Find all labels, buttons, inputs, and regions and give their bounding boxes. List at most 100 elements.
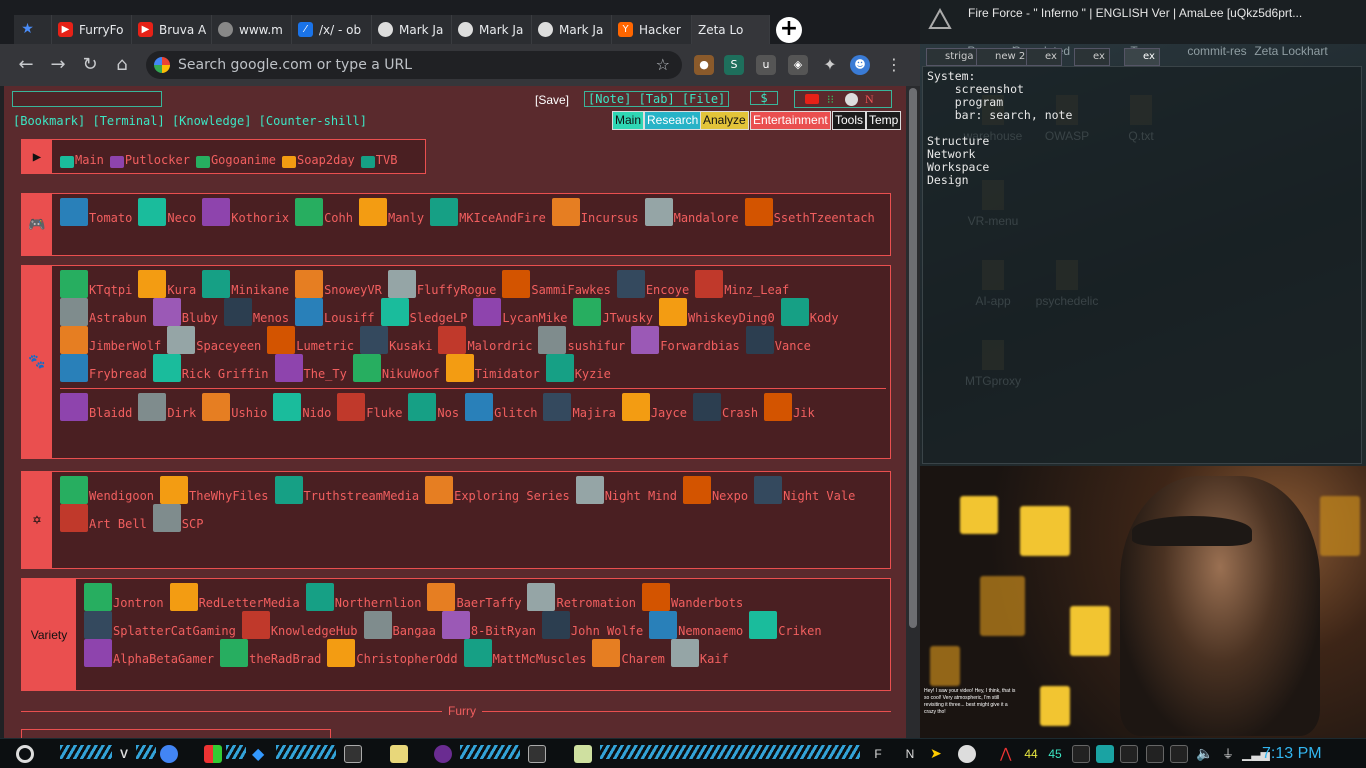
tab-1[interactable]: ★ [14,15,52,44]
link-night-vale[interactable]: Night Vale [754,476,855,504]
link-majira[interactable]: Majira [543,393,616,421]
link-night-mind[interactable]: Night Mind [575,476,677,504]
home-icon[interactable]: ⌂ [110,53,134,77]
link-retromation[interactable]: Retromation [527,583,636,611]
tab-5[interactable]: ⁄ /x/ - ob [292,15,372,44]
reload-icon[interactable]: ↻ [78,53,102,77]
link-nido[interactable]: Nido [273,393,331,421]
media-player-icon[interactable] [434,745,452,763]
link-exploring-series[interactable]: Exploring Series [425,476,570,504]
notes-icon[interactable] [390,745,408,763]
back-icon[interactable]: ← [14,53,38,77]
tab-2[interactable]: ▶ FurryFo [52,15,132,44]
link-splattercatgaming[interactable]: SplatterCatGaming [84,611,236,639]
tab-temp[interactable]: Temp [866,111,902,130]
link-nikuwoof[interactable]: NikuWoof [352,354,440,382]
link-main[interactable]: Main [60,152,104,168]
link-the-ty[interactable]: The_Ty [274,354,347,382]
link-rick-griffin[interactable]: Rick Griffin [152,354,269,382]
start-icon[interactable] [16,745,34,763]
link-frybread[interactable]: Frybread [60,354,147,382]
link-nexpo[interactable]: Nexpo [682,476,748,504]
tab-research[interactable]: Research [644,111,702,130]
link-minz-leaf[interactable]: Minz_Leaf [695,270,789,298]
link-soap2day[interactable]: Soap2day [281,152,355,168]
link-baertaffy[interactable]: BaerTaffy [427,583,521,611]
speaker-icon[interactable]: 🔈 [1196,745,1214,763]
link-8-bitryan[interactable]: 8-BitRyan [441,611,536,639]
taskbar-clock[interactable]: 7:13 PM [1262,745,1322,763]
v-icon[interactable]: V [114,743,134,765]
extensions-puzzle-icon[interactable]: ✦ [820,55,840,75]
bookmark-star-icon[interactable]: ☆ [656,51,670,79]
search-box[interactable] [12,91,162,107]
network-graph-icon[interactable] [1096,745,1114,763]
link-scp[interactable]: SCP [152,504,203,532]
link-timidator[interactable]: Timidator [445,354,540,382]
s-extension-icon[interactable]: S [724,55,744,75]
terminal-tab-4[interactable]: ex [1074,48,1110,66]
link-menos[interactable]: Menos [223,298,289,326]
tab-main[interactable]: Main [612,111,645,130]
youtube-icon[interactable] [805,94,819,104]
link-kusaki[interactable]: Kusaki [360,326,432,354]
link-kyzie[interactable]: Kyzie [545,354,611,382]
link-lycanmike[interactable]: LycanMike [473,298,567,326]
link-lousiff[interactable]: Lousiff [295,298,375,326]
link-nos[interactable]: Nos [408,393,459,421]
wordpress-icon[interactable] [845,93,858,106]
link-malordric[interactable]: Malordric [438,326,532,354]
link-jik[interactable]: Jik [764,393,815,421]
menu-kebab-icon[interactable]: ⋮ [884,55,904,75]
explorer-icon[interactable] [574,745,592,763]
site-shortcut-icons[interactable]: ⁝⁝ N [794,90,892,108]
diamond-icon[interactable]: ◆ [252,745,270,763]
link-bluby[interactable]: Bluby [152,298,218,326]
terminal-icon[interactable] [344,745,362,763]
address-bar[interactable]: Search google.com or type a URL ☆ [146,51,682,79]
link-snoweyvr[interactable]: SnoweyVR [295,270,382,298]
new-tab-button[interactable]: + [776,17,802,43]
link-alphabetagamer[interactable]: AlphaBetaGamer [84,639,214,667]
link-wendigoon[interactable]: Wendigoon [60,476,154,504]
link-putlocker[interactable]: Putlocker [109,152,190,168]
link-criken[interactable]: Criken [749,611,822,639]
cookie-extension-icon[interactable]: ● [694,55,714,75]
shield-extension-icon[interactable]: ◈ [788,55,808,75]
link-manly[interactable]: Manly [358,198,424,226]
tab-tools[interactable]: Tools [832,111,867,130]
ublock-extension-icon[interactable]: u [756,55,776,75]
grid-icon[interactable]: ⁝⁝ [827,93,834,106]
cursor-icon[interactable]: ➤ [930,745,948,763]
tab-9[interactable]: Y Hacker [612,15,692,44]
monitor-icon[interactable] [1146,745,1164,763]
tab-6[interactable]: Mark Ja [372,15,452,44]
link-ushio[interactable]: Ushio [202,393,267,421]
link-mandalore[interactable]: Mandalore [644,198,739,226]
monitor-icon[interactable] [1072,745,1090,763]
link-sammifawkes[interactable]: SammiFawkes [502,270,611,298]
profile-avatar[interactable]: ☻ [850,55,870,75]
link-mkiceandfire[interactable]: MKIceAndFire [430,198,546,226]
link-sledgelp[interactable]: SledgeLP [380,298,467,326]
link-gogoanime[interactable]: Gogoanime [195,152,276,168]
link-kaif[interactable]: Kaif [670,639,729,667]
link-tomato[interactable]: Tomato [60,198,132,226]
link-incursus[interactable]: Incursus [551,198,639,226]
terminal-tab-1[interactable]: striga [926,48,979,66]
link-lumetric[interactable]: Lumetric [267,326,354,354]
tray-letter-n[interactable]: N [904,743,916,765]
tab-7[interactable]: Mark Ja [452,15,532,44]
link-vance[interactable]: Vance [745,326,811,354]
note-tab-file-buttons[interactable]: [Note] [Tab] [File] [584,91,730,107]
link-kothorix[interactable]: Kothorix [202,198,289,226]
n-icon[interactable]: N [865,92,874,107]
tab-3[interactable]: ▶ Bruva A [132,15,212,44]
link-john-wolfe[interactable]: John Wolfe [541,611,643,639]
cmd-icon[interactable] [528,745,546,763]
link-bangaa[interactable]: Bangaa [363,611,436,639]
chrome-icon[interactable] [160,745,178,763]
link-charem[interactable]: Charem [592,639,665,667]
link-kura[interactable]: Kura [138,270,196,298]
link-fluffyrogue[interactable]: FluffyRogue [387,270,496,298]
